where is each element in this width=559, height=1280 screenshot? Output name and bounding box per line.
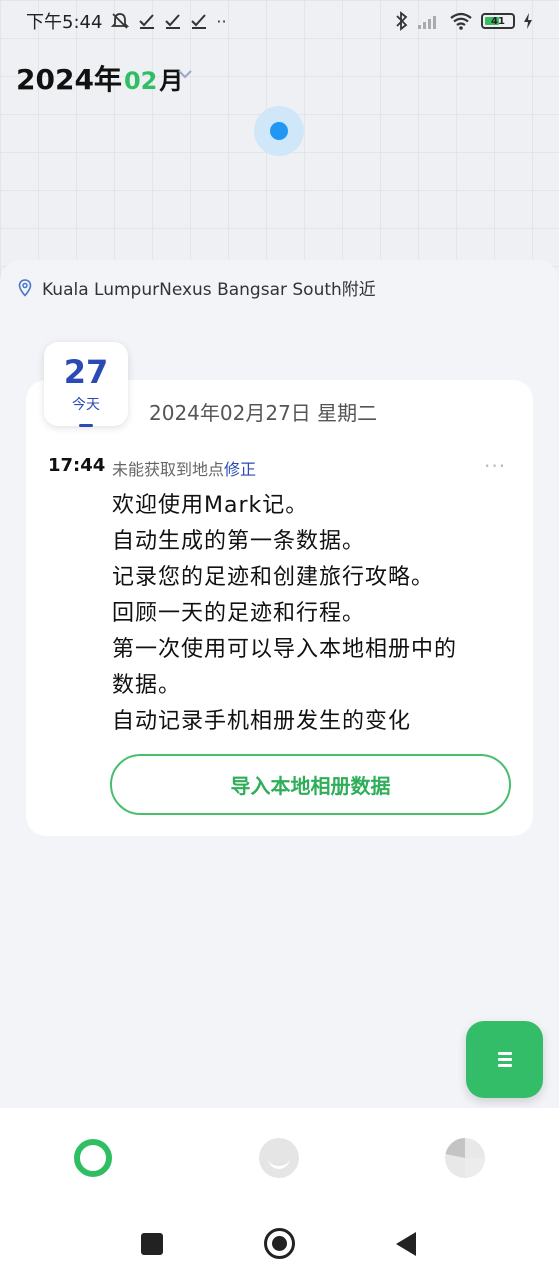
pie-chart-icon[interactable] — [445, 1138, 485, 1178]
fix-location-link[interactable]: 修正 — [224, 460, 256, 479]
recent-apps-icon[interactable] — [141, 1233, 163, 1255]
back-icon[interactable] — [396, 1232, 416, 1256]
entry-line: 自动记录手机相册发生的变化 — [112, 709, 412, 734]
location-row[interactable]: Kuala LumpurNexus Bangsar South附近 — [18, 275, 376, 300]
date-badge[interactable]: 27 今天 — [44, 342, 128, 427]
more-options-icon[interactable]: ··· — [484, 454, 506, 478]
mute-bell-icon — [111, 13, 130, 29]
entry-location: 未能获取到地点修正 — [112, 456, 256, 480]
wifi-icon — [450, 12, 472, 30]
entry-line: 回顾一天的足迹和行程。 — [112, 601, 366, 626]
bluetooth-icon — [396, 11, 408, 31]
entry-time: 17:44 — [48, 455, 106, 476]
entry-line: 欢迎使用Mark记。 — [112, 493, 309, 518]
entry-location-status: 未能获取到地点 — [112, 460, 225, 479]
entry-line: 自动生成的第一条数据。 — [112, 529, 366, 554]
location-pin-icon — [18, 278, 32, 297]
entry-line: 记录您的足迹和创建旅行攻略。 — [112, 565, 435, 590]
more-dots-icon: ·· — [216, 11, 227, 31]
current-location-dot[interactable] — [270, 122, 288, 140]
chevron-down-icon[interactable] — [175, 64, 195, 84]
battery-icon: 41 — [481, 13, 515, 29]
status-time: 下午5:44 — [26, 12, 103, 33]
today-indicator — [79, 424, 93, 427]
menu-icon — [497, 1052, 512, 1067]
month-number: 02 — [123, 67, 158, 95]
check-icon — [139, 14, 155, 29]
date-badge-day: 27 — [63, 353, 109, 391]
home-button-icon[interactable] — [264, 1228, 295, 1259]
entry-text: 欢迎使用Mark记。 自动生成的第一条数据。 记录您的足迹和创建旅行攻略。 回顾… — [112, 488, 512, 740]
charging-icon — [524, 13, 532, 29]
entry-line: 数据。 — [112, 673, 182, 698]
location-text: Kuala LumpurNexus Bangsar South附近 — [42, 280, 376, 300]
date-badge-today: 今天 — [72, 397, 100, 413]
home-ring-icon[interactable] — [74, 1139, 112, 1177]
check-icon — [165, 14, 181, 29]
month-title[interactable]: 2024年 02 月 — [16, 58, 183, 98]
card-date: 2024年02月27日 星期二 — [149, 401, 378, 425]
import-album-button[interactable]: 导入本地相册数据 — [110, 754, 511, 815]
check-icon — [191, 14, 207, 29]
face-icon[interactable] — [259, 1138, 299, 1178]
entry-line: 第一次使用可以导入本地相册中的 — [112, 637, 458, 662]
status-bar: 下午5:44 ·· 41 — [0, 0, 559, 42]
signal-icon — [418, 16, 436, 29]
year-label: 2024年 — [16, 63, 122, 96]
menu-fab-button[interactable] — [466, 1021, 543, 1098]
